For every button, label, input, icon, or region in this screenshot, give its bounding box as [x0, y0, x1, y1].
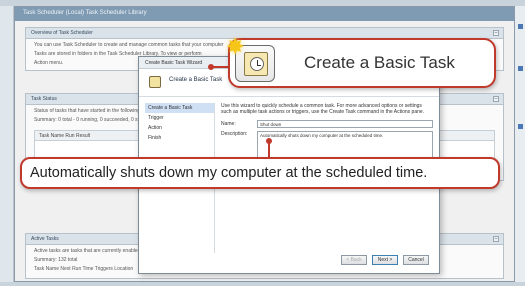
task-icon-frame: ✸: [226, 34, 275, 82]
callout-connector-dot: [266, 138, 272, 144]
create-basic-task-callout: ✸ Create a Basic Task: [226, 34, 496, 88]
clock-icon: [250, 57, 264, 71]
name-field[interactable]: Shut down: [257, 120, 433, 128]
overview-panel-title: Overview of Task Scheduler: [31, 30, 93, 36]
calendar-clock-icon: [149, 76, 161, 88]
description-callout: Automatically shuts down my computer at …: [20, 157, 500, 189]
cancel-button[interactable]: Cancel: [403, 255, 429, 265]
wizard-step-action[interactable]: Action: [145, 123, 214, 133]
name-row: Name: Shut down: [221, 120, 433, 128]
calendar-clock-icon: [244, 52, 268, 76]
name-label: Name:: [221, 121, 236, 127]
left-nav-edge: [0, 6, 14, 282]
next-button[interactable]: Next >: [372, 255, 398, 265]
window-titlebar: Task Scheduler (Local) Task Scheduler Li…: [15, 7, 514, 21]
callout-top-text: Create a Basic Task: [304, 53, 455, 72]
wizard-intro: Use this wizard to quickly schedule a co…: [221, 103, 425, 115]
action-icon[interactable]: [518, 124, 523, 129]
wizard-step-trigger[interactable]: Trigger: [145, 113, 214, 123]
wizard-heading-text: Create a Basic Task: [169, 77, 223, 83]
star-burst-icon: ✸: [226, 34, 245, 59]
wizard-step-finish[interactable]: Finish: [145, 133, 214, 143]
active-tasks-title: Active Tasks: [31, 236, 59, 242]
collapse-icon[interactable]: –: [493, 96, 499, 102]
back-button[interactable]: < Back: [341, 255, 367, 265]
description-label: Description:: [221, 131, 248, 137]
callout-bottom-text: Automatically shuts down my computer at …: [30, 165, 428, 181]
action-icon[interactable]: [518, 24, 523, 29]
callout-connector-dot: [208, 64, 214, 70]
actions-pane-edge: [515, 6, 525, 282]
wizard-step-create[interactable]: Create a Basic Task: [145, 103, 214, 113]
action-icon[interactable]: [518, 66, 523, 71]
task-status-title: Task Status: [31, 96, 57, 102]
collapse-icon[interactable]: –: [493, 30, 499, 36]
collapse-icon[interactable]: –: [493, 236, 499, 242]
wizard-button-row: < Back Next > Cancel: [341, 255, 429, 265]
